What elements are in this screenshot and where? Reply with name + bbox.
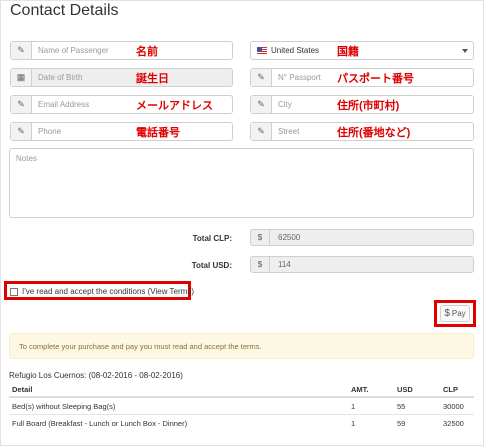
table-cell: 32500	[440, 414, 474, 431]
pencil-icon: ✎	[11, 123, 32, 140]
annotation-name: 名前	[136, 46, 158, 58]
pay-button[interactable]: $ Pay	[440, 305, 470, 322]
phone-field[interactable]: ✎ Phone	[10, 122, 233, 141]
pencil-icon: ✎	[251, 69, 272, 86]
country-select-value: United States	[271, 46, 320, 55]
annotation-nationality: 国籍	[337, 46, 359, 58]
annotation-city: 住所(市町村)	[337, 100, 400, 112]
country-select[interactable]: United States	[250, 41, 474, 60]
terms-alert: To complete your purchase and pay you mu…	[9, 333, 474, 359]
table-cell: 59	[394, 414, 440, 431]
table-row: Bed(s) without Sleeping Bag(s) 1 55 3000…	[9, 396, 474, 415]
total-usd-field: $ 114	[250, 256, 474, 273]
pencil-icon: ✎	[251, 96, 272, 113]
annotation-email: メールアドレス	[136, 100, 213, 112]
booking-title: Refugio Los Cuernos: (08-02-2016 - 08-02…	[9, 371, 183, 380]
total-clp-field: $ 62500	[250, 229, 474, 246]
phone-input[interactable]: Phone	[32, 123, 232, 140]
total-clp-label: Total CLP:	[192, 234, 232, 243]
total-usd-label: Total USD:	[191, 261, 232, 270]
table-cell: Bed(s) without Sleeping Bag(s)	[9, 396, 348, 415]
notes-placeholder: Notes	[16, 154, 37, 163]
terms-label[interactable]: I've read and accept the conditions (Vie…	[22, 287, 194, 296]
dob-field[interactable]: ▦ Date of Birth	[10, 68, 233, 87]
table-header-row: Detail AMT. USD CLP	[9, 382, 474, 398]
pencil-icon: ✎	[251, 123, 272, 140]
total-usd-value: 114	[278, 260, 291, 269]
dollar-icon: $	[444, 308, 450, 319]
column-header: Detail	[9, 382, 348, 398]
calendar-icon: ▦	[11, 69, 32, 86]
terms-checkbox-row[interactable]: I've read and accept the conditions (Vie…	[10, 287, 194, 296]
pay-button-label: Pay	[451, 309, 466, 318]
chevron-down-icon	[462, 49, 468, 53]
notes-textarea[interactable]: Notes	[9, 148, 474, 218]
annotation-street: 住所(番地など)	[337, 127, 411, 139]
booking-table: Detail AMT. USD CLP Bed(s) without Sleep…	[9, 382, 474, 431]
pencil-icon: ✎	[11, 96, 32, 113]
passenger-name-input[interactable]: Name of Passenger	[32, 42, 232, 59]
us-flag-icon	[257, 47, 267, 54]
table-cell: 1	[348, 396, 394, 415]
table-row: Full Board (Breakfast - Lunch or Lunch B…	[9, 414, 474, 431]
terms-checkbox[interactable]	[10, 287, 18, 296]
column-header: USD	[394, 382, 440, 398]
total-clp-value: 62500	[278, 233, 301, 242]
dob-input[interactable]: Date of Birth	[32, 69, 232, 86]
annotation-passport: パスポート番号	[337, 73, 414, 85]
table-cell: 1	[348, 414, 394, 431]
dollar-prefix: $	[251, 230, 270, 245]
annotation-phone: 電話番号	[136, 127, 180, 139]
dollar-prefix: $	[251, 257, 270, 272]
table-cell: 30000	[440, 396, 474, 415]
table-cell: 55	[394, 396, 440, 415]
table-cell: Full Board (Breakfast - Lunch or Lunch B…	[9, 414, 348, 431]
column-header: CLP	[440, 382, 474, 398]
annotation-birthday: 誕生日	[136, 73, 169, 85]
passenger-name-field[interactable]: ✎ Name of Passenger	[10, 41, 233, 60]
page-title: Contact Details	[10, 2, 119, 19]
pencil-icon: ✎	[11, 42, 32, 59]
column-header: AMT.	[348, 382, 394, 398]
